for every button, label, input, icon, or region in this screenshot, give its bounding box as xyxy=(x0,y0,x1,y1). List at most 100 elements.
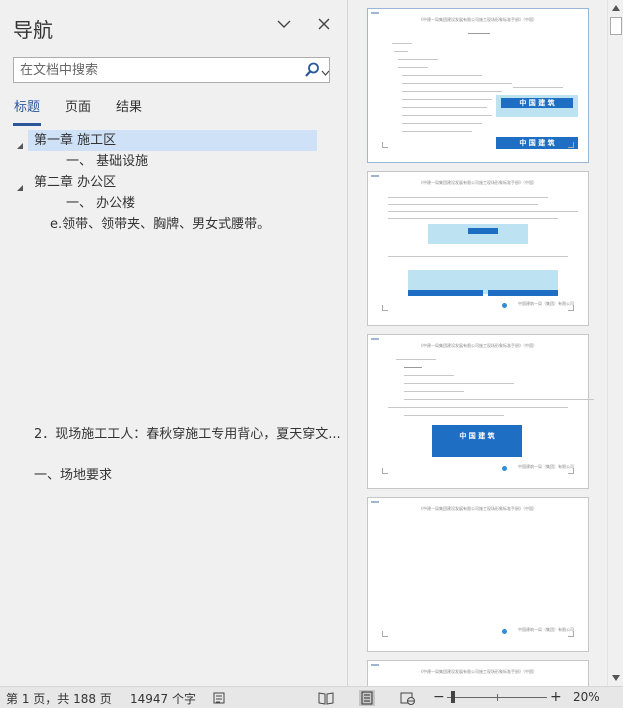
signage-block xyxy=(408,290,483,296)
signage-banner-text: 中 国 建 筑 xyxy=(501,98,573,108)
text-line xyxy=(402,91,502,92)
signage-banner-text: 中 国 建 筑 xyxy=(496,137,578,149)
collapse-triangle-icon[interactable] xyxy=(16,135,26,149)
text-line xyxy=(402,99,492,100)
margin-mark xyxy=(568,468,574,474)
zoom-center-tick xyxy=(497,694,498,701)
corner-mark xyxy=(371,501,379,503)
close-icon[interactable] xyxy=(314,14,334,34)
margin-mark xyxy=(382,631,388,637)
text-line xyxy=(404,383,514,384)
text-line xyxy=(388,256,568,257)
page-thumbnail[interactable]: 《中建一局集团建设发展有限公司施工现场形象标准手册》（中国） 中 国 建 筑 中… xyxy=(367,8,589,163)
nav-options-chevron-icon[interactable] xyxy=(274,14,294,34)
page-count[interactable]: 第 1 页，共 188 页 xyxy=(6,690,112,707)
text-line xyxy=(388,407,568,408)
page-header-text: 《中建一局集团建设发展有限公司施工现场形象标准手册》（中国） xyxy=(419,17,537,22)
zoom-out-icon[interactable]: − xyxy=(433,689,445,705)
text-line xyxy=(394,51,408,52)
vertical-scrollbar[interactable] xyxy=(607,0,623,686)
heading-item[interactable]: 一、 基础设施 xyxy=(66,151,148,172)
page-footer-text: 中国建筑一局（集团）有限公司 xyxy=(518,301,574,306)
corner-mark xyxy=(371,664,379,666)
heading-label: 一、场地要求 xyxy=(34,468,113,483)
text-line xyxy=(402,75,482,76)
margin-mark xyxy=(568,142,574,148)
signage-block xyxy=(488,290,558,296)
heading-item[interactable]: 一、 办公楼 xyxy=(66,193,135,214)
text-line xyxy=(404,375,454,376)
page-thumbnail[interactable]: 《中建一局集团建设发展有限公司施工现场形象标准手册》（中国） 中国建筑一局（集团… xyxy=(367,497,589,652)
page-header-text: 《中建一局集团建设发展有限公司施工现场形象标准手册》（中国） xyxy=(419,343,537,348)
tab-results[interactable]: 结果 xyxy=(115,100,143,126)
text-line xyxy=(396,359,436,360)
text-line xyxy=(402,83,512,84)
navigation-pane: 导航 标题 页面 结果 第一章 施工区 xyxy=(0,0,348,686)
company-logo-icon xyxy=(502,303,507,308)
page-footer-text: 中国建筑一局（集团）有限公司 xyxy=(518,627,574,632)
text-line xyxy=(388,197,548,198)
page-thumbnails-pane: 《中建一局集团建设发展有限公司施工现场形象标准手册》（中国） 中 国 建 筑 中… xyxy=(349,0,607,686)
margin-mark xyxy=(568,305,574,311)
text-line xyxy=(398,67,428,68)
word-count[interactable]: 14947 个字 xyxy=(130,690,196,707)
corner-mark xyxy=(371,338,379,340)
margin-mark xyxy=(382,305,388,311)
text-line xyxy=(398,59,438,60)
tab-pages[interactable]: 页面 xyxy=(64,100,92,126)
heading-item[interactable]: 一、场地要求 xyxy=(34,465,112,486)
nav-title: 导航 xyxy=(13,18,53,42)
read-mode-icon[interactable] xyxy=(318,690,334,706)
scroll-down-arrow-icon[interactable] xyxy=(608,670,623,686)
print-layout-icon[interactable] xyxy=(359,690,375,706)
company-logo-icon xyxy=(502,466,507,471)
scrollbar-thumb[interactable] xyxy=(610,17,622,35)
heading-label: 第一章 施工区 xyxy=(34,133,117,148)
company-logo-icon xyxy=(502,629,507,634)
text-line xyxy=(404,391,464,392)
web-layout-icon[interactable] xyxy=(400,690,416,706)
tab-headings[interactable]: 标题 xyxy=(13,100,42,126)
zoom-slider-thumb[interactable] xyxy=(451,691,455,703)
collapse-triangle-icon[interactable] xyxy=(16,177,26,191)
page-header-text: 《中建一局集团建设发展有限公司施工现场形象标准手册》（中国） xyxy=(419,506,537,511)
page-thumbnail[interactable]: 《中建一局集团建设发展有限公司施工现场形象标准手册》（中国） xyxy=(367,660,589,686)
heading-label: 第二章 办公区 xyxy=(34,175,117,190)
corner-mark xyxy=(371,175,379,177)
text-line xyxy=(402,107,487,108)
zoom-level[interactable]: 20% xyxy=(573,690,600,704)
signage-illustration xyxy=(428,224,528,244)
word-window: 导航 标题 页面 结果 第一章 施工区 xyxy=(0,0,623,708)
scroll-up-arrow-icon[interactable] xyxy=(608,0,623,16)
nav-tabs: 标题 页面 结果 xyxy=(13,100,166,126)
zoom-in-icon[interactable]: + xyxy=(550,689,562,705)
text-line xyxy=(404,399,594,400)
search-icon[interactable] xyxy=(304,61,320,79)
heading-label: 一、 基础设施 xyxy=(66,154,149,169)
proofing-icon[interactable] xyxy=(211,690,227,706)
text-line xyxy=(404,367,422,368)
page-thumbnail[interactable]: 《中建一局集团建设发展有限公司施工现场形象标准手册》（中国） 中国建筑一局（集团… xyxy=(367,171,589,326)
text-line xyxy=(392,43,412,44)
text-line xyxy=(513,87,563,88)
margin-mark xyxy=(382,468,388,474)
page-thumbnail[interactable]: 《中建一局集团建设发展有限公司施工现场形象标准手册》（中国） 中 国 建 筑 中… xyxy=(367,334,594,489)
text-line xyxy=(402,115,492,116)
heading-item[interactable]: 第一章 施工区 xyxy=(28,130,317,151)
heading-item[interactable]: 2．现场施工工人：春秋穿施工专用背心，夏天穿文... xyxy=(34,424,341,445)
search-box xyxy=(13,57,330,83)
margin-mark xyxy=(568,631,574,637)
search-options-chevron-icon[interactable] xyxy=(321,64,330,76)
heading-label: 一、 办公楼 xyxy=(66,196,136,211)
page-footer-text: 中国建筑一局（集团）有限公司 xyxy=(518,464,574,469)
heading-item[interactable]: e.领带、领带夹、胸牌、男女式腰带。 xyxy=(50,214,270,235)
corner-mark xyxy=(371,12,379,14)
heading-item[interactable]: 第二章 办公区 xyxy=(34,172,116,193)
heading-label: 2．现场施工工人：春秋穿施工专用背心，夏天穿文... xyxy=(34,427,341,442)
margin-mark xyxy=(382,142,388,148)
page-header-text: 《中建一局集团建设发展有限公司施工现场形象标准手册》（中国） xyxy=(419,180,537,185)
search-input[interactable] xyxy=(14,58,300,82)
signage-banner-text: 中 国 建 筑 xyxy=(440,431,514,441)
text-line xyxy=(388,211,578,212)
text-line xyxy=(404,415,504,416)
